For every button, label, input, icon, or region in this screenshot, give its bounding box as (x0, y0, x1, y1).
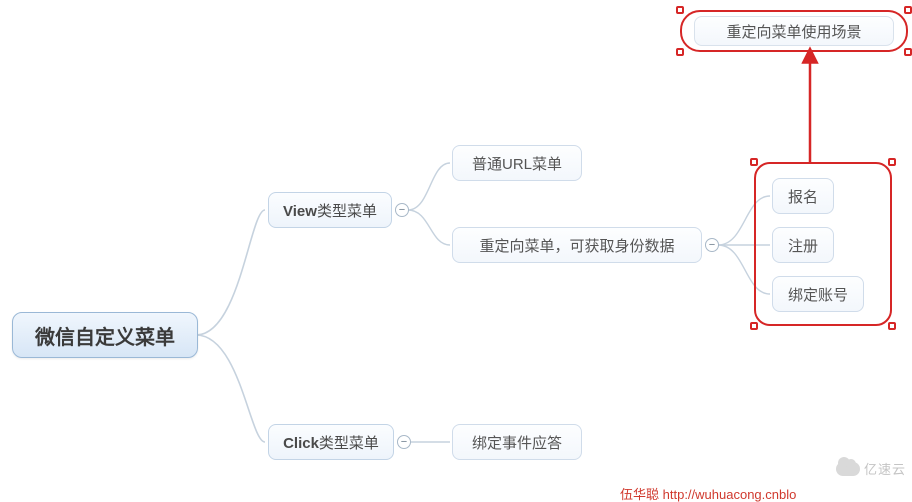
node-redirect-menu[interactable]: 重定向菜单，可获取身份数据 (452, 227, 702, 263)
node-view-label: View类型菜单 (283, 200, 377, 221)
attribution-text: 伍华聪 http://wuhuacong.cnblo (620, 484, 796, 502)
watermark: 亿速云 (836, 459, 906, 478)
highlight-redirect-children (754, 162, 892, 326)
node-view-type-menu[interactable]: View类型菜单 (268, 192, 392, 228)
toggle-redirect[interactable] (705, 238, 719, 252)
node-normal-url-menu[interactable]: 普通URL菜单 (452, 145, 582, 181)
highlight-handle (904, 6, 912, 14)
highlight-handle (888, 322, 896, 330)
node-bind-event-response[interactable]: 绑定事件应答 (452, 424, 582, 460)
cloud-icon (836, 462, 860, 476)
highlight-handle (904, 48, 912, 56)
node-root[interactable]: 微信自定义菜单 (12, 312, 198, 358)
callout-redirect-scene-node[interactable]: 重定向菜单使用场景 (694, 16, 894, 46)
toggle-click[interactable] (397, 435, 411, 449)
node-root-label: 微信自定义菜单 (35, 321, 175, 350)
node-normal-url-label: 普通URL菜单 (472, 153, 562, 174)
highlight-handle (750, 322, 758, 330)
highlight-handle (676, 6, 684, 14)
highlight-handle (750, 158, 758, 166)
node-bind-event-label: 绑定事件应答 (472, 432, 562, 453)
node-click-label: Click类型菜单 (283, 432, 379, 453)
highlight-handle (676, 48, 684, 56)
highlight-handle (888, 158, 896, 166)
node-click-type-menu[interactable]: Click类型菜单 (268, 424, 394, 460)
watermark-text: 亿速云 (864, 459, 906, 478)
callout-redirect-scene-label: 重定向菜单使用场景 (726, 21, 861, 42)
node-redirect-label: 重定向菜单，可获取身份数据 (479, 235, 674, 256)
toggle-view[interactable] (395, 203, 409, 217)
